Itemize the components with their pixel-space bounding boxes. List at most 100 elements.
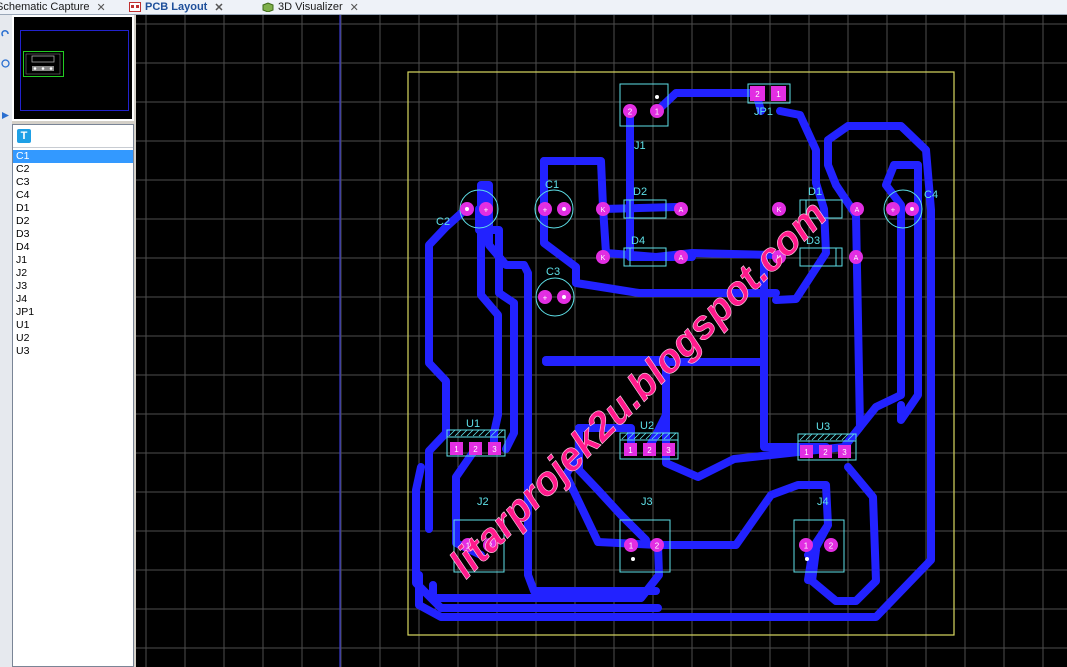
pad-pin: K xyxy=(601,255,606,262)
component-list-item[interactable]: C4 xyxy=(13,189,133,202)
pad-number: 1 xyxy=(655,108,660,117)
pad[interactable]: A xyxy=(850,202,864,216)
overview-board-thumbnail xyxy=(23,51,64,77)
pad[interactable]: 2 xyxy=(824,538,838,552)
pad[interactable]: 1 xyxy=(450,442,463,455)
pad[interactable]: A xyxy=(674,202,688,216)
pin1-dot xyxy=(805,557,809,561)
pad[interactable]: 1 xyxy=(800,445,813,458)
component-list-item[interactable]: J3 xyxy=(13,280,133,293)
pad-number: 2 xyxy=(628,108,633,117)
pad-number: 2 xyxy=(829,542,834,551)
component-list-item[interactable]: D1 xyxy=(13,202,133,215)
U3-label: U3 xyxy=(816,421,830,433)
pad[interactable] xyxy=(557,290,571,304)
pad-number: 2 xyxy=(823,448,828,457)
JP1-label: JP1 xyxy=(754,106,773,118)
pad-sign: + xyxy=(891,206,896,215)
pcb-drawing[interactable]: J1 JP1 C1 C2 C3 C4 D2 D1 D4 D3 U1 U2 U3 … xyxy=(136,15,1067,667)
pad-pin: A xyxy=(679,207,684,214)
close-icon[interactable]: ✕ xyxy=(97,1,106,14)
tab-label: Schematic Capture xyxy=(0,1,90,13)
component-list-item[interactable]: D2 xyxy=(13,215,133,228)
track xyxy=(425,205,470,533)
component-list-item[interactable]: C1 xyxy=(13,150,133,163)
pad[interactable]: A xyxy=(674,250,688,264)
J2-label: J2 xyxy=(477,496,489,508)
text-tool-icon[interactable]: T xyxy=(17,129,31,143)
component-D4[interactable]: D4 xyxy=(623,235,667,267)
overview-window[interactable] xyxy=(12,15,134,121)
pad[interactable]: 1 xyxy=(624,538,638,552)
pad[interactable]: 2 xyxy=(643,443,656,456)
pad-pin: K xyxy=(777,207,782,214)
component-list-item[interactable]: JP1 xyxy=(13,306,133,319)
U1-label: U1 xyxy=(466,418,480,430)
circle-tool-icon[interactable] xyxy=(1,55,10,68)
pad[interactable]: 3 xyxy=(838,445,851,458)
pad-pin: K xyxy=(601,207,606,214)
component-list-item[interactable]: U2 xyxy=(13,332,133,345)
pad[interactable]: 2 xyxy=(650,538,664,552)
J3-label: J3 xyxy=(641,496,653,508)
component-list-item[interactable]: J4 xyxy=(13,293,133,306)
panel-toolbar: T xyxy=(13,125,133,148)
component-list-item[interactable]: C2 xyxy=(13,163,133,176)
J1-label: J1 xyxy=(634,140,646,152)
C3-label: C3 xyxy=(546,266,560,278)
pad[interactable]: 2 xyxy=(819,445,832,458)
component-selector-panel: T C1 C2 C3 C4 D1 D2 D3 D4 J1 J2 J3 J4 JP1 U1 U2 U3 xyxy=(12,124,134,667)
pad[interactable]: + xyxy=(538,290,552,304)
tab-pcb-layout[interactable]: PCB Layout ✕ xyxy=(129,0,224,14)
rotate-icon[interactable] xyxy=(1,25,10,37)
tab-label: PCB Layout xyxy=(145,1,208,13)
pad[interactable] xyxy=(905,202,919,216)
pad[interactable]: 3 xyxy=(662,443,675,456)
close-icon[interactable]: ✕ xyxy=(214,1,223,14)
component-list-item[interactable]: J2 xyxy=(13,267,133,280)
pin1-dot xyxy=(655,95,659,99)
pad-number: 1 xyxy=(629,542,634,551)
pad-number: 2 xyxy=(647,446,652,455)
pad[interactable]: 3 xyxy=(488,442,501,455)
pad[interactable] xyxy=(460,202,474,216)
pad-number: 3 xyxy=(492,445,497,454)
tab-label: 3D Visualizer xyxy=(278,1,343,13)
track xyxy=(599,203,680,213)
arrow-right-icon[interactable] xyxy=(1,107,10,119)
D4-label: D4 xyxy=(631,235,645,247)
pad[interactable]: + xyxy=(538,202,552,216)
pad[interactable]: 2 xyxy=(623,104,637,118)
pad-pin: A xyxy=(679,255,684,262)
pin1-dot xyxy=(631,557,635,561)
pad[interactable]: 1 xyxy=(650,104,664,118)
pcb-editing-canvas[interactable]: J1 JP1 C1 C2 C3 C4 D2 D1 D4 D3 U1 U2 U3 … xyxy=(136,15,1067,667)
pad-sign: + xyxy=(484,206,489,215)
pad[interactable] xyxy=(557,202,571,216)
document-tab-bar: Schematic Capture ✕ PCB Layout ✕ 3D Visu… xyxy=(0,0,1067,15)
pad[interactable]: 2 xyxy=(469,442,482,455)
component-list-item[interactable]: D4 xyxy=(13,241,133,254)
pad-number: 2 xyxy=(473,445,478,454)
pad[interactable]: + xyxy=(886,202,900,216)
pad[interactable]: 1 xyxy=(771,86,786,101)
component-list-item[interactable]: D3 xyxy=(13,228,133,241)
pad[interactable]: K xyxy=(596,250,610,264)
component-list-item[interactable]: C3 xyxy=(13,176,133,189)
pad-number: 1 xyxy=(628,446,633,455)
C1-label: C1 xyxy=(545,179,559,191)
pad[interactable]: + xyxy=(479,202,493,216)
pad[interactable]: 1 xyxy=(799,538,813,552)
component-list-item[interactable]: J1 xyxy=(13,254,133,267)
component-list-item[interactable]: U1 xyxy=(13,319,133,332)
pad-sign: + xyxy=(543,294,548,303)
component-list-item[interactable]: U3 xyxy=(13,345,133,358)
pad[interactable]: K xyxy=(596,202,610,216)
tab-3d-visualizer[interactable]: 3D Visualizer ✕ xyxy=(262,0,359,14)
pad[interactable]: A xyxy=(849,250,863,264)
tab-schematic-capture[interactable]: Schematic Capture ✕ xyxy=(0,0,106,14)
pad[interactable]: 1 xyxy=(624,443,637,456)
close-icon[interactable]: ✕ xyxy=(350,1,359,14)
pad[interactable]: 2 xyxy=(750,86,765,101)
pad-sign: + xyxy=(543,206,548,215)
